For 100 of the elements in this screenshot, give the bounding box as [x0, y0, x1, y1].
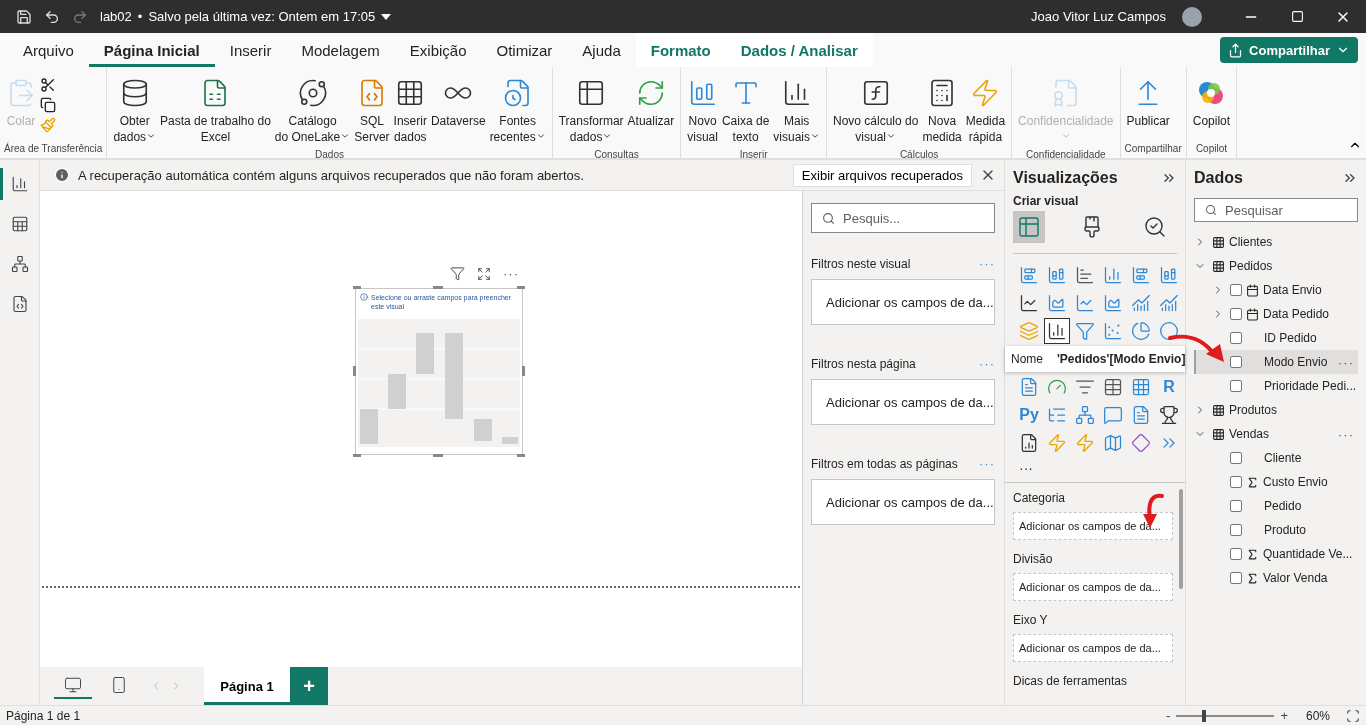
search-icon — [1205, 203, 1218, 217]
ribbon-button[interactable]: Novo visual — [685, 73, 720, 147]
resize-handle[interactable] — [353, 286, 361, 289]
checkbox[interactable] — [1230, 548, 1242, 560]
field-item[interactable]: Data Envio — [1194, 278, 1358, 302]
ribbon-button[interactable]: Fontes recentes — [487, 73, 548, 147]
field-item[interactable]: Custo Envio — [1194, 470, 1358, 494]
table-item[interactable]: Pedidos — [1194, 254, 1358, 278]
ribbon-button[interactable]: Obter dados — [111, 73, 159, 147]
field-item[interactable]: ID Pedido — [1194, 326, 1358, 350]
checkbox[interactable] — [1230, 284, 1242, 296]
field-item[interactable]: Pedido — [1194, 494, 1358, 518]
visual-type-button[interactable] — [1044, 318, 1070, 344]
field-item[interactable]: Valor Venda — [1194, 566, 1358, 590]
ribbon-button[interactable]: Dataverse — [428, 73, 488, 131]
ribbon-button[interactable]: SQL Server — [352, 73, 392, 147]
page-tab[interactable]: Página 1 — [204, 667, 290, 705]
ribbon-tab[interactable]: Exibição — [394, 33, 482, 67]
user-name: Joao Vitor Luz Campos — [1031, 9, 1166, 24]
ribbon-button[interactable]: Transformar dados — [556, 73, 626, 147]
resize-handle[interactable] — [353, 454, 361, 457]
copy-icon[interactable] — [40, 97, 56, 113]
checkbox[interactable] — [1230, 476, 1242, 488]
ribbon-button[interactable]: Medida rápida — [963, 73, 1008, 147]
checkbox[interactable] — [1230, 356, 1242, 368]
resize-handle[interactable] — [433, 286, 443, 289]
ribbon-button[interactable]: Caixa de texto — [719, 73, 772, 147]
search-input[interactable]: Pesquisar — [1225, 202, 1347, 218]
field-item[interactable]: Cliente — [1194, 446, 1358, 470]
ribbon-button[interactable]: Publicar — [1124, 73, 1172, 131]
ribbon-tab[interactable]: Ajuda — [567, 33, 636, 67]
combo-chart-icon — [1159, 293, 1179, 313]
zoom-in-button[interactable]: + — [1280, 708, 1288, 723]
filter-icon[interactable] — [450, 266, 465, 281]
ribbon-tab[interactable]: Arquivo — [8, 33, 89, 67]
checkbox[interactable] — [1230, 572, 1242, 584]
caret-icon[interactable] — [381, 13, 392, 20]
analytics-icon — [1143, 215, 1167, 239]
zoom-thumb[interactable] — [1201, 709, 1206, 722]
more-options[interactable]: ··· — [1338, 354, 1354, 370]
ribbon-tab[interactable]: Inserir — [214, 33, 287, 67]
filter-drop-well[interactable]: Adicionar os campos de da... — [811, 379, 995, 425]
checkbox[interactable] — [1230, 332, 1242, 344]
document-icon — [1131, 405, 1151, 425]
more-visuals[interactable]: ··· — [1013, 458, 1053, 482]
field-drop-well[interactable]: Adicionar os campos de da... — [1013, 573, 1173, 601]
ribbon-tab[interactable]: Dados / Analisar — [725, 33, 873, 67]
field-item[interactable]: Data Pedido — [1194, 302, 1358, 326]
checkbox[interactable] — [1230, 380, 1242, 392]
field-item[interactable]: Produto — [1194, 518, 1358, 542]
filter-drop-well[interactable]: Adicionar os campos de da... — [811, 279, 995, 325]
ribbon-tab[interactable]: Modelagem — [286, 33, 395, 67]
search-box[interactable]: Pesquisar — [1194, 198, 1358, 222]
ribbon-button[interactable]: Pasta de trabalho do Excel — [158, 73, 273, 147]
field-drop-well[interactable]: Adicionar os campos de da... — [1013, 634, 1173, 662]
table-item[interactable]: Vendas ··· — [1194, 422, 1358, 446]
search-input[interactable]: Pesquis... — [843, 210, 984, 226]
ribbon-button[interactable]: Inserir dados — [391, 73, 429, 147]
ribbon-button[interactable]: Copilot — [1190, 73, 1233, 131]
more-options[interactable]: ··· — [1338, 426, 1354, 442]
resize-handle[interactable] — [517, 286, 525, 289]
checkbox[interactable] — [1230, 524, 1242, 536]
section-title: Filtros em todas as páginas — [811, 456, 958, 471]
ribbon-tab[interactable]: Formato — [635, 33, 726, 67]
undo-icon[interactable] — [44, 8, 60, 25]
ribbon-tab[interactable]: Página Inicial — [88, 33, 215, 67]
show-recovered-files-button[interactable]: Exibir arquivos recuperados — [792, 163, 972, 187]
resize-handle[interactable] — [517, 454, 525, 457]
group-label: Inserir — [738, 148, 769, 162]
filter-drop-well[interactable]: Adicionar os campos de da... — [811, 479, 995, 525]
share-button[interactable]: Compartilhar — [1220, 37, 1358, 63]
focus-mode-icon[interactable] — [477, 266, 491, 281]
maximize-icon[interactable] — [1290, 10, 1304, 23]
resize-handle[interactable] — [353, 366, 356, 376]
fit-to-page-icon[interactable] — [1346, 708, 1360, 723]
scissors-icon[interactable] — [40, 77, 56, 93]
checkbox[interactable] — [1230, 500, 1242, 512]
field-item[interactable]: Prioridade Pedi... — [1194, 374, 1358, 398]
resize-handle[interactable] — [522, 366, 525, 376]
add-page-button[interactable]: + — [290, 667, 328, 705]
more-options[interactable]: ··· — [503, 266, 519, 281]
save-icon[interactable] — [16, 8, 32, 25]
field-item[interactable]: Modo Envio ··· — [1194, 350, 1358, 374]
table-item[interactable]: Produtos — [1194, 398, 1358, 422]
ribbon-tab[interactable]: Otimizar — [481, 33, 568, 67]
waterfall-chart-icon — [1047, 321, 1067, 341]
redo-icon[interactable] — [72, 8, 88, 25]
ribbon-button[interactable]: Novo cálculo do visual — [831, 73, 921, 147]
checkbox[interactable] — [1230, 308, 1242, 320]
ribbon-button[interactable]: Catálogo do OneLake — [272, 73, 353, 147]
ribbon-button[interactable]: Nova medida — [920, 73, 964, 147]
ribbon-button[interactable]: Atualizar — [625, 73, 677, 131]
field-item[interactable]: Quantidade Ve... — [1194, 542, 1358, 566]
search-box[interactable]: Pesquis... — [811, 203, 995, 233]
resize-handle[interactable] — [433, 454, 443, 457]
table-item[interactable]: Clientes — [1194, 230, 1358, 254]
checkbox[interactable] — [1230, 452, 1242, 464]
zoom-out-button[interactable]: - — [1166, 708, 1171, 723]
ribbon-button[interactable]: Mais visuais — [771, 73, 822, 147]
funnel-icon — [1075, 321, 1095, 341]
